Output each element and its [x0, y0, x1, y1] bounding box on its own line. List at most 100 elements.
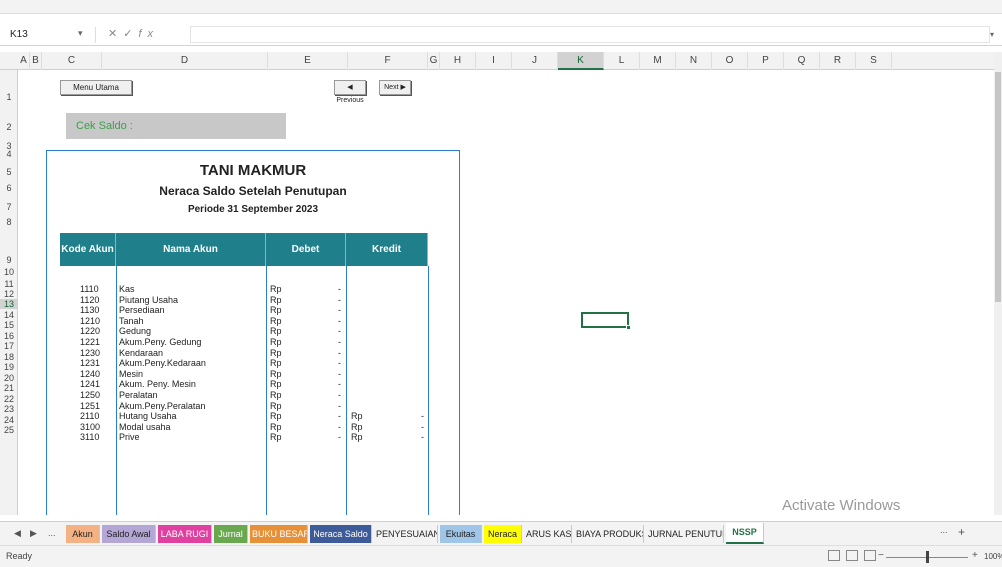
sheet-tab[interactable]: BIAYA PRODUKSI: [574, 525, 644, 543]
fill-handle[interactable]: [626, 325, 631, 330]
column-header[interactable]: H: [440, 52, 476, 70]
row-header[interactable]: 17: [0, 341, 18, 351]
kredit-value: -: [421, 422, 424, 432]
page-break-icon[interactable]: [864, 550, 876, 561]
report-title: Neraca Saldo Setelah Penutupan: [159, 184, 347, 198]
column-header[interactable]: D: [102, 52, 268, 70]
column-header[interactable]: I: [476, 52, 512, 70]
column-header[interactable]: M: [640, 52, 676, 70]
column-header[interactable]: G: [428, 52, 440, 70]
account-name: Tanah: [119, 316, 144, 326]
column-header[interactable]: O: [712, 52, 748, 70]
row-header[interactable]: 2: [0, 122, 18, 132]
column-header[interactable]: A: [18, 52, 30, 70]
sheet-tab[interactable]: Neraca: [484, 525, 522, 543]
sheet-tab[interactable]: Neraca Saldo: [310, 525, 372, 543]
page-layout-icon[interactable]: [846, 550, 858, 561]
normal-view-icon[interactable]: [828, 550, 840, 561]
add-sheet-icon[interactable]: +: [958, 525, 965, 539]
zoom-out-icon[interactable]: −: [878, 550, 884, 561]
row-header[interactable]: 8: [0, 217, 18, 227]
sheet-tab[interactable]: Jurnal: [214, 525, 248, 543]
row-header[interactable]: 15: [0, 320, 18, 330]
column-header[interactable]: P: [748, 52, 784, 70]
sheet-tab[interactable]: LABA RUGI: [158, 525, 212, 543]
sheet-tab[interactable]: BUKU BESAR: [250, 525, 308, 543]
column-header[interactable]: B: [30, 52, 42, 70]
row-header[interactable]: 18: [0, 352, 18, 362]
row-header[interactable]: 22: [0, 394, 18, 404]
check-icon[interactable]: ✓: [123, 28, 138, 40]
row-header[interactable]: 1: [0, 92, 18, 102]
row-header[interactable]: 5: [0, 167, 18, 177]
sheet-tab[interactable]: PENYESUAIAN: [374, 525, 438, 543]
row-header[interactable]: 14: [0, 310, 18, 320]
header-debet: Debet: [266, 233, 346, 266]
sheet-tab[interactable]: Ekuitas: [440, 525, 482, 543]
row-header[interactable]: 4: [0, 149, 18, 159]
column-header[interactable]: R: [820, 52, 856, 70]
row-header[interactable]: 6: [0, 183, 18, 193]
selected-cell[interactable]: [581, 312, 629, 328]
row-header[interactable]: 13: [0, 299, 18, 309]
formula-icons: ✕✓fx: [108, 27, 159, 40]
account-code: 1240: [80, 369, 101, 379]
column-header[interactable]: L: [604, 52, 640, 70]
column-header[interactable]: Q: [784, 52, 820, 70]
debet-currency: Rp: [270, 326, 282, 336]
column-header[interactable]: J: [512, 52, 558, 70]
zoom-level[interactable]: 100%: [984, 552, 1002, 561]
column-header[interactable]: N: [676, 52, 712, 70]
header-kode-akun: Kode Akun: [60, 233, 116, 266]
next-sheet-icon[interactable]: ▶: [30, 528, 37, 539]
debet-value: -: [338, 432, 341, 442]
header-nama-akun: Nama Akun: [116, 233, 266, 266]
formula-input[interactable]: [190, 26, 990, 43]
row-header[interactable]: 16: [0, 331, 18, 341]
column-header[interactable]: S: [856, 52, 892, 70]
tab-more-left[interactable]: ...: [48, 528, 56, 538]
table-divider: [266, 266, 267, 515]
prev-sheet-icon[interactable]: ◀: [14, 528, 21, 539]
column-header[interactable]: E: [268, 52, 348, 70]
sheet-tab[interactable]: ARUS KAS: [524, 525, 572, 543]
sheet-tab[interactable]: Saldo Awal: [102, 525, 156, 543]
row-header[interactable]: 25: [0, 425, 18, 435]
menu-utama-button[interactable]: Menu Utama: [60, 80, 132, 95]
chevron-down-icon[interactable]: ▾: [78, 28, 83, 39]
next-button[interactable]: Next ▶: [379, 80, 411, 95]
zoom-slider-knob[interactable]: [926, 551, 929, 563]
debet-value: -: [338, 316, 341, 326]
row-header[interactable]: 7: [0, 202, 18, 212]
row-header[interactable]: 19: [0, 362, 18, 372]
account-name: Persediaan: [119, 305, 165, 315]
column-header[interactable]: F: [348, 52, 428, 70]
previous-button[interactable]: ◀ Previous: [334, 80, 366, 104]
sheet-tab[interactable]: Akun: [66, 525, 100, 543]
debet-currency: Rp: [270, 432, 282, 442]
row-header[interactable]: 10: [0, 267, 18, 277]
kredit-value: -: [421, 411, 424, 421]
debet-currency: Rp: [270, 390, 282, 400]
row-header[interactable]: 9: [0, 255, 18, 265]
sheet-tab[interactable]: JURNAL PENUTUP: [646, 525, 724, 543]
fx-icon[interactable]: fx: [138, 28, 159, 40]
sheet-tab[interactable]: NSSP: [726, 523, 764, 544]
row-header[interactable]: 12: [0, 289, 18, 299]
zoom-in-icon[interactable]: +: [972, 550, 978, 561]
ribbon-strip: [0, 0, 1002, 14]
row-header[interactable]: 24: [0, 415, 18, 425]
column-header[interactable]: K: [558, 52, 604, 70]
scrollbar-thumb[interactable]: [995, 72, 1001, 302]
debet-currency: Rp: [270, 337, 282, 347]
row-header[interactable]: 23: [0, 404, 18, 414]
column-header[interactable]: C: [42, 52, 102, 70]
chevron-down-icon[interactable]: ▾: [990, 30, 994, 39]
row-header[interactable]: 20: [0, 373, 18, 383]
row-header[interactable]: 11: [0, 279, 18, 289]
worksheet-grid[interactable]: Menu Utama ◀ Previous Next ▶ Cek Saldo :…: [18, 70, 1002, 515]
tab-more-right[interactable]: ...: [940, 525, 948, 535]
table-divider: [428, 266, 429, 515]
x-icon[interactable]: ✕: [108, 28, 123, 40]
row-header[interactable]: 21: [0, 383, 18, 393]
